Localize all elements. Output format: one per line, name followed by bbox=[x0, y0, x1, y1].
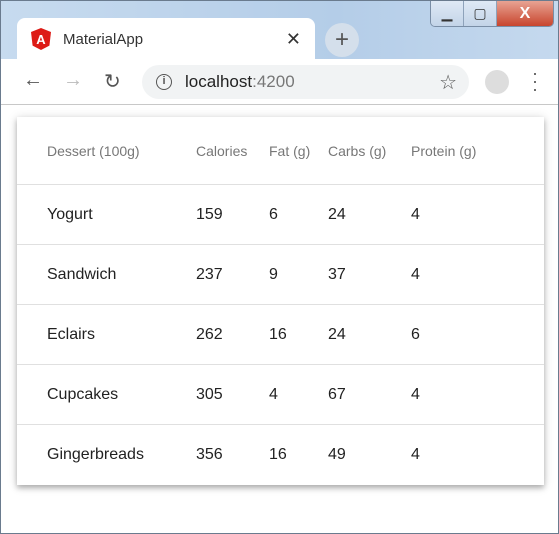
address-bar[interactable]: i localhost:4200 ☆ bbox=[142, 65, 469, 99]
info-icon[interactable]: i bbox=[156, 74, 172, 90]
table-cell: 16 bbox=[269, 325, 287, 343]
table-cell: 4 bbox=[411, 265, 420, 283]
column-header: Calories bbox=[196, 142, 248, 159]
minimize-button[interactable]: ▁ bbox=[431, 1, 464, 26]
table-cell: 4 bbox=[411, 385, 420, 403]
table-cell: 6 bbox=[269, 205, 278, 223]
column-header: Fat (g) bbox=[269, 142, 311, 159]
table-row: Gingerbreads 356 16 49 4 bbox=[17, 425, 544, 485]
new-tab-button[interactable]: + bbox=[325, 23, 359, 57]
reload-icon[interactable]: ↻ bbox=[104, 69, 121, 94]
tab-close-icon[interactable]: ✕ bbox=[286, 29, 301, 50]
table-cell: 4 bbox=[411, 446, 420, 463]
table-cell: 49 bbox=[328, 446, 346, 463]
table-cell: Cupcakes bbox=[47, 385, 119, 403]
table-cell: 9 bbox=[269, 265, 278, 283]
table-cell: 4 bbox=[269, 385, 278, 403]
back-icon[interactable]: ← bbox=[23, 69, 43, 92]
table-cell: Gingerbreads bbox=[47, 446, 144, 463]
table-cell: 6 bbox=[411, 325, 420, 343]
table-cell: Eclairs bbox=[47, 325, 96, 343]
close-window-button[interactable]: X bbox=[497, 1, 553, 26]
url-text: localhost:4200 bbox=[185, 72, 295, 92]
table-cell: 16 bbox=[269, 446, 287, 463]
column-header: Carbs (g) bbox=[328, 142, 387, 159]
table-cell: 24 bbox=[328, 205, 346, 223]
table-cell: 159 bbox=[196, 205, 223, 223]
table-cell: 262 bbox=[196, 325, 223, 343]
profile-avatar[interactable] bbox=[485, 70, 509, 94]
angular-logo-icon: A bbox=[31, 28, 51, 50]
table-row: Yogurt 159 6 24 4 bbox=[17, 185, 544, 245]
column-header: Dessert (100g) bbox=[47, 142, 140, 159]
table-cell: 37 bbox=[328, 265, 346, 283]
table-row: Cupcakes 305 4 67 4 bbox=[17, 365, 544, 425]
forward-icon[interactable]: → bbox=[63, 69, 83, 92]
table-cell: 4 bbox=[411, 205, 420, 223]
table-cell: Yogurt bbox=[47, 205, 93, 223]
table-cell: 305 bbox=[196, 385, 223, 403]
url-port: :4200 bbox=[252, 72, 295, 91]
dessert-table: Dessert (100g) Calories Fat (g) Carbs (g… bbox=[17, 117, 544, 485]
browser-tab[interactable]: A MaterialApp ✕ bbox=[17, 18, 315, 60]
table-cell: 237 bbox=[196, 265, 223, 283]
table-cell: 356 bbox=[196, 446, 223, 463]
bookmark-star-icon[interactable]: ☆ bbox=[439, 70, 457, 95]
browser-toolbar: ← → ↻ i localhost:4200 ☆ · · · bbox=[1, 59, 558, 105]
table-cell: Sandwich bbox=[47, 265, 117, 283]
maximize-button[interactable]: ▢ bbox=[464, 1, 497, 26]
url-host: localhost bbox=[185, 72, 253, 91]
browser-window: ▁ ▢ X A MaterialApp ✕ + ← → ↻ i localhos… bbox=[0, 0, 559, 534]
table-cell: 67 bbox=[328, 385, 346, 403]
table-row: Sandwich 237 9 37 4 bbox=[17, 245, 544, 305]
menu-icon[interactable]: · · · bbox=[531, 64, 539, 98]
table-row: Eclairs 262 16 24 6 bbox=[17, 305, 544, 365]
column-header: Protein (g) bbox=[411, 142, 477, 159]
window-controls: ▁ ▢ X bbox=[430, 1, 554, 27]
title-bar: ▁ ▢ X A MaterialApp ✕ + bbox=[1, 1, 558, 60]
tab-title: MaterialApp bbox=[63, 30, 144, 48]
table-header-row: Dessert (100g) Calories Fat (g) Carbs (g… bbox=[17, 117, 544, 185]
table-cell: 24 bbox=[328, 325, 346, 343]
